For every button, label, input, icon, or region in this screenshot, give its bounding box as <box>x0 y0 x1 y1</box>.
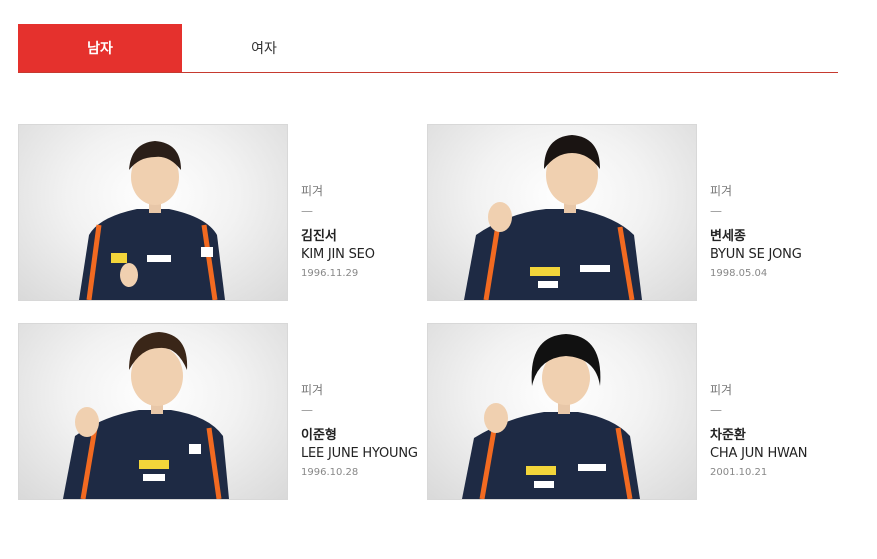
athlete-birthdate: 1996.11.29 <box>301 268 359 279</box>
athlete-photo[interactable] <box>18 323 288 500</box>
athlete-info: 피겨 — 차준환 CHA JUN HWAN 2001.10.21 <box>710 383 807 479</box>
athlete-name-korean: 이준형 <box>301 428 337 443</box>
athlete-photo[interactable] <box>427 323 697 500</box>
divider-dash: — <box>301 403 313 417</box>
athlete-name-korean: 차준환 <box>710 428 746 443</box>
athlete-birthdate: 2001.10.21 <box>710 467 768 478</box>
gender-tabs: 남자 여자 <box>18 24 838 73</box>
athlete-card[interactable]: 피겨 — 이준형 LEE JUNE HYOUNG 1996.10.28 <box>18 323 418 500</box>
divider-dash: — <box>301 204 313 218</box>
athlete-name-korean: 김진서 <box>301 229 337 244</box>
divider-dash: — <box>710 204 722 218</box>
athlete-info: 피겨 — 이준형 LEE JUNE HYOUNG 1996.10.28 <box>301 383 418 479</box>
athlete-name-korean: 변세종 <box>710 229 746 244</box>
athlete-card[interactable]: 피겨 — 차준환 CHA JUN HWAN 2001.10.21 <box>427 323 827 500</box>
athlete-name-english: LEE JUNE HYOUNG <box>301 446 418 461</box>
athlete-card[interactable]: 피겨 — 김진서 KIM JIN SEO 1996.11.29 <box>18 124 418 301</box>
sport-label: 피겨 <box>301 184 324 198</box>
divider-dash: — <box>710 403 722 417</box>
athlete-birthdate: 1996.10.28 <box>301 467 359 478</box>
athlete-birthdate: 1998.05.04 <box>710 268 768 279</box>
sport-label: 피겨 <box>710 184 733 198</box>
tab-female[interactable]: 여자 <box>182 24 346 72</box>
sport-label: 피겨 <box>710 383 733 397</box>
athlete-photo[interactable] <box>427 124 697 301</box>
athlete-info: 피겨 — 변세종 BYUN SE JONG 1998.05.04 <box>710 184 802 280</box>
athlete-card[interactable]: 피겨 — 변세종 BYUN SE JONG 1998.05.04 <box>427 124 827 301</box>
athlete-name-english: KIM JIN SEO <box>301 247 375 262</box>
athlete-info: 피겨 — 김진서 KIM JIN SEO 1996.11.29 <box>301 184 375 280</box>
athlete-name-english: CHA JUN HWAN <box>710 446 808 461</box>
tab-male[interactable]: 남자 <box>18 24 182 72</box>
athlete-photo[interactable] <box>18 124 288 301</box>
sport-label: 피겨 <box>301 383 324 397</box>
athlete-name-english: BYUN SE JONG <box>710 247 802 262</box>
